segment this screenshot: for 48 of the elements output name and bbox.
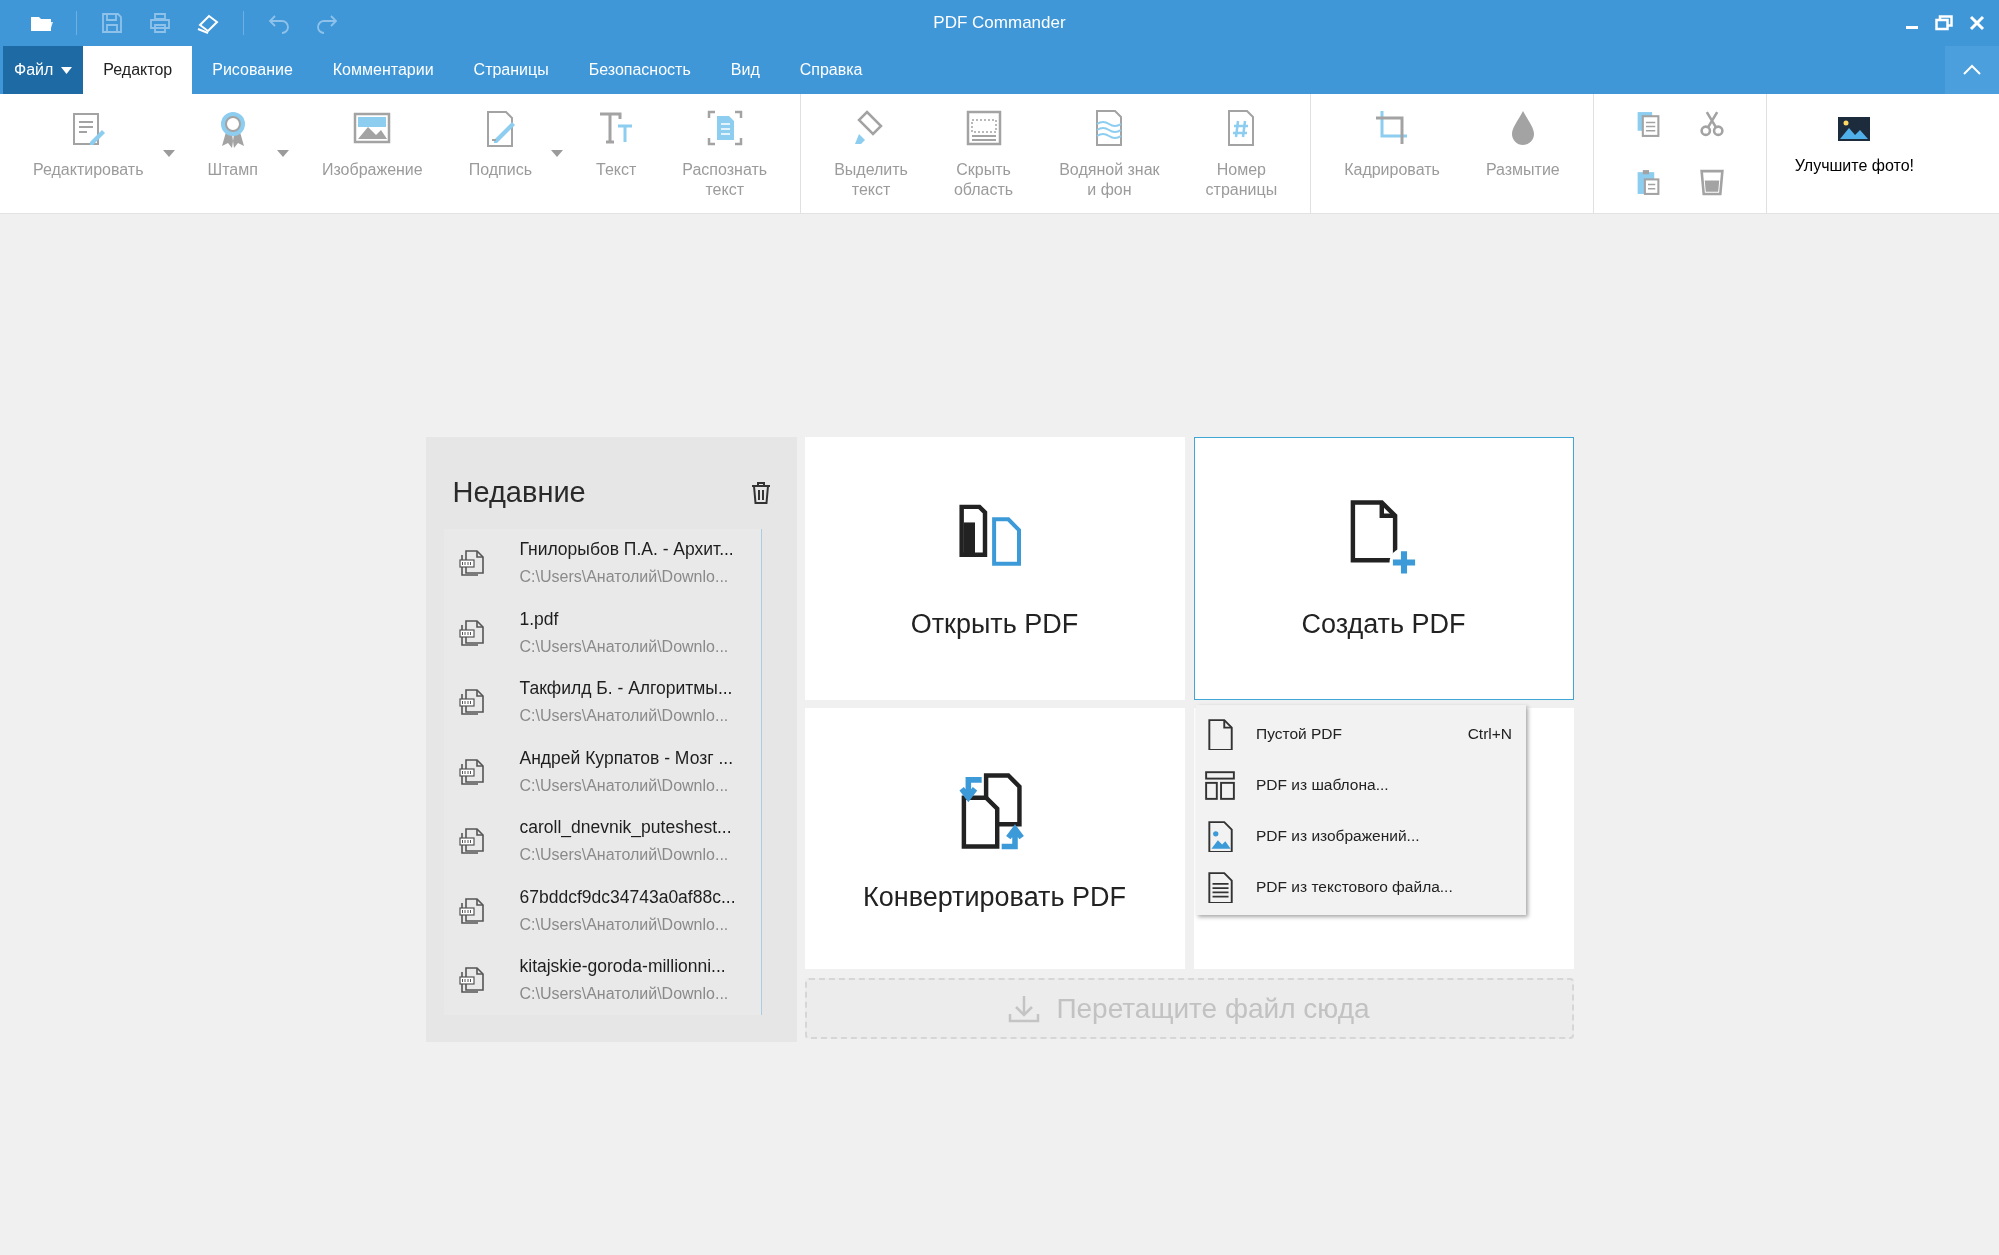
- trash-icon[interactable]: [750, 480, 771, 505]
- menu-tab[interactable]: Вид: [710, 46, 780, 94]
- file-path: C:\Users\Анатолий\Downlo...: [519, 636, 729, 657]
- file-name: Такфилд Б. - Алгоритмы...: [519, 677, 733, 701]
- menu-tab[interactable]: Файл: [3, 46, 84, 94]
- file-name: kitajskie-goroda-millionni...: [519, 955, 727, 979]
- pdf-file-icon: [457, 966, 486, 995]
- menu-tab[interactable]: Комментарии: [312, 46, 454, 94]
- action-tile[interactable]: Открыть PDF: [804, 437, 1185, 700]
- file-name: 1.pdf: [519, 607, 560, 631]
- action-tile[interactable]: Конвертировать PDF: [804, 708, 1185, 969]
- menu-tab[interactable]: Безопасность: [568, 46, 711, 94]
- caret-icon: [61, 66, 73, 74]
- menu-tab[interactable]: Рисование: [192, 46, 313, 94]
- pdf-file-icon: [457, 688, 486, 717]
- restore-icon[interactable]: [1935, 15, 1953, 31]
- menu-tab[interactable]: Справка: [779, 46, 883, 94]
- file-path: C:\Users\Анатолий\Downlo...: [519, 914, 730, 935]
- file-name: caroll_dnevnik_puteshest...: [519, 816, 732, 840]
- file-path: C:\Users\Анатолий\Downlo...: [519, 706, 730, 727]
- recent-heading: Недавние: [452, 475, 586, 510]
- file-name: 67bddcf9dc34743a0af88c...: [519, 885, 736, 909]
- shortcut-text: Ctrl+N: [1467, 723, 1512, 744]
- pdf-file-icon: [457, 896, 486, 925]
- menu-item[interactable]: PDF из изображений...: [1196, 810, 1526, 861]
- file-path: C:\Users\Анатолий\Downlo...: [519, 845, 730, 866]
- menu-item[interactable]: PDF из шаблона...: [1196, 759, 1526, 810]
- menu-tab[interactable]: Редактор: [83, 46, 193, 94]
- landscape-image-icon: [1837, 116, 1872, 142]
- action-tile[interactable]: Создать PDF: [1193, 437, 1574, 700]
- close-icon[interactable]: [1969, 15, 1985, 31]
- pdf-file-icon: [457, 549, 486, 578]
- pdf-file-icon: [457, 618, 486, 647]
- menu-item[interactable]: Пустой PDF Ctrl+N: [1196, 708, 1526, 759]
- chevron-up-icon: [1962, 64, 1982, 76]
- pdf-file-icon: [457, 827, 486, 856]
- window-title: PDF Commander: [933, 13, 1066, 33]
- file-name: Андрей Курпатов - Мозг ...: [519, 746, 734, 770]
- enhance-photo-button[interactable]: Улучшите фото!: [1765, 94, 1942, 213]
- menu-tab[interactable]: Страницы: [453, 46, 569, 94]
- file-path: C:\Users\Анатолий\Downlo...: [519, 775, 730, 796]
- layout-template-icon: [1204, 768, 1236, 801]
- file-path: C:\Users\Анатолий\Downlo...: [519, 984, 729, 1005]
- pdf-file-icon: [457, 757, 486, 786]
- file-name: Гнилорыбов П.А. - Архит...: [519, 538, 734, 562]
- download-icon: [1008, 993, 1041, 1024]
- file-path: C:\Users\Анатолий\Downlo...: [519, 567, 730, 588]
- menu-item[interactable]: PDF из текстового файла...: [1196, 861, 1526, 912]
